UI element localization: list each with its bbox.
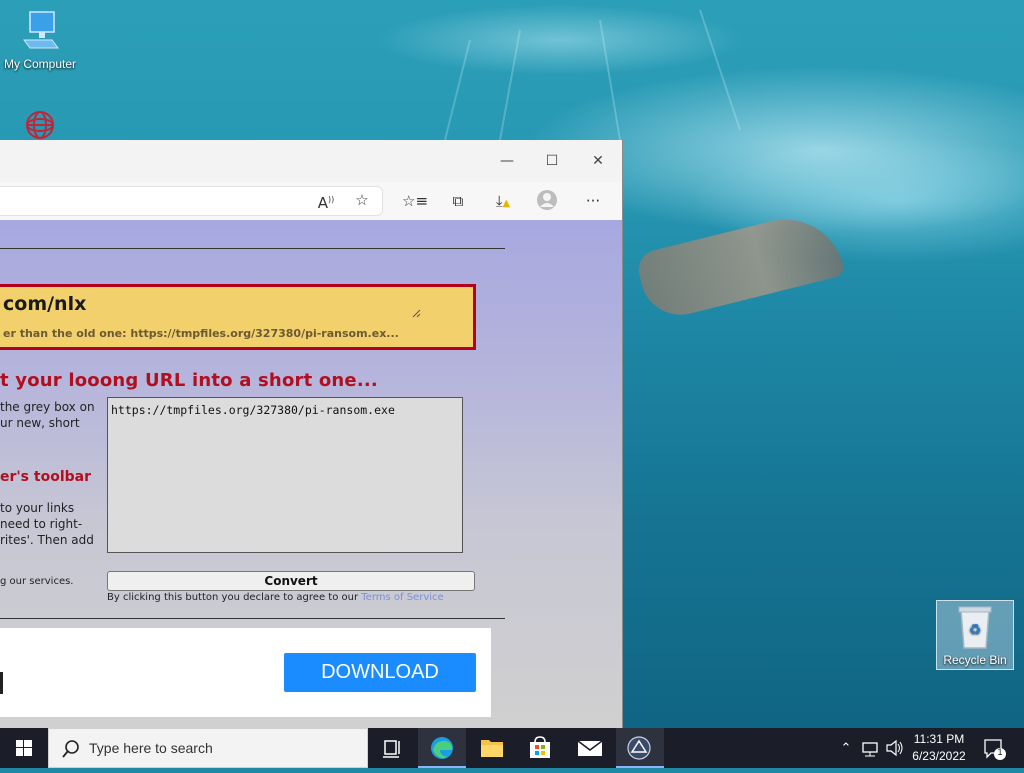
recycle-bin-label: Recycle Bin (943, 653, 1007, 667)
desktop-icon-recycle-bin[interactable]: ♻ Recycle Bin (936, 600, 1014, 670)
toolbar-heading: er's toolbar (0, 469, 91, 485)
toolbar-instructions-line: to your links (0, 501, 75, 515)
read-aloud-icon[interactable]: A)) (314, 188, 338, 212)
instructions-line: ur new, short (0, 416, 80, 430)
address-bar[interactable]: A)) ☆ (0, 186, 383, 216)
downloads-icon[interactable]: ⤓▲ (491, 189, 515, 213)
short-url-comparison: er than the old one: https://tmpfiles.or… (3, 327, 399, 340)
network-icon[interactable] (860, 728, 882, 768)
edge-icon (431, 737, 453, 759)
terms-prefix: By clicking this button you declare to a… (107, 592, 359, 603)
services-note: g our services. (0, 576, 74, 587)
taskbar: Type here to search ⌃ 11:31 PM 6/23/2022… (0, 728, 1024, 768)
browser-titlebar[interactable]: — ☐ ✕ (0, 140, 622, 182)
close-button[interactable]: ✕ (583, 148, 613, 174)
task-view-icon (383, 740, 400, 758)
volume-icon[interactable] (884, 728, 906, 768)
notification-icon (984, 739, 1006, 760)
maximize-button[interactable]: ☐ (537, 148, 567, 174)
add-favorite-icon[interactable]: ☆ (350, 188, 374, 212)
desktop-icon-label: My Computer (3, 57, 77, 71)
page-content: com/nlx er than the old one: https://tmp… (0, 220, 622, 728)
taskbar-search-box[interactable]: Type here to search (48, 728, 368, 768)
clock-date: 6/23/2022 (912, 749, 966, 763)
instructions-line: the grey box on (0, 400, 95, 414)
taskbar-store[interactable] (516, 728, 564, 768)
short-url-text[interactable]: com/nlx (3, 293, 86, 315)
browser-window: — ☐ ✕ A)) ☆ ☆≡ ⧉ ⤓▲ ··· com/nlx er than … (0, 140, 623, 728)
page-heading: t your looong URL into a short one... (0, 370, 378, 391)
notification-center-button[interactable]: 1 (980, 728, 1010, 768)
terms-of-service-link[interactable]: Terms of Service (361, 592, 443, 603)
taskbar-running-app[interactable] (616, 728, 664, 768)
more-icon[interactable]: ··· (581, 189, 605, 213)
browser-toolbar: A)) ☆ ☆≡ ⧉ ⤓▲ ··· (0, 182, 622, 221)
resize-grip-icon[interactable] (412, 309, 421, 318)
minimize-button[interactable]: — (492, 148, 522, 174)
windows-logo-icon (16, 740, 32, 756)
notification-count: 1 (997, 747, 1003, 757)
app-icon (627, 736, 651, 760)
taskbar-clock[interactable]: 11:31 PM 6/23/2022 (906, 731, 972, 765)
toolbar-instructions-line: need to right- (0, 517, 83, 531)
desktop-icon-app[interactable] (0, 105, 80, 144)
search-placeholder: Type here to search (89, 740, 213, 756)
toolbar-instructions-line: rites'. Then add (0, 533, 94, 547)
favorites-icon[interactable]: ☆≡ (402, 189, 428, 213)
folder-icon (481, 740, 503, 757)
computer-icon (23, 11, 59, 49)
divider (0, 248, 505, 249)
collections-icon[interactable]: ⧉ (446, 189, 470, 213)
clock-time: 11:31 PM (913, 732, 965, 746)
profile-icon[interactable] (535, 189, 559, 213)
app-shortcut-icon (26, 111, 54, 139)
store-icon (530, 736, 550, 758)
download-button[interactable]: DOWNLOAD (284, 653, 476, 692)
search-icon (62, 740, 79, 758)
convert-button[interactable]: Convert (107, 571, 475, 591)
taskbar-mail[interactable] (566, 728, 614, 768)
recycle-bin-icon: ♻ (958, 606, 992, 649)
taskbar-file-explorer[interactable] (468, 728, 516, 768)
short-url-result-box[interactable]: com/nlx er than the old one: https://tmp… (0, 284, 476, 350)
desktop-icon-my-computer[interactable]: My Computer (0, 10, 80, 71)
show-hidden-icons-chevron-icon[interactable]: ⌃ (836, 728, 856, 768)
start-button[interactable] (0, 728, 48, 768)
long-url-input[interactable]: https://tmpfiles.org/327380/pi-ransom.ex… (107, 397, 463, 553)
mail-icon (577, 740, 603, 756)
ad-text-fragment (0, 672, 3, 694)
divider (0, 618, 505, 619)
svg-text:♻: ♻ (969, 622, 982, 638)
taskbar-edge[interactable] (418, 728, 466, 768)
terms-notice: By clicking this button you declare to a… (107, 592, 444, 603)
ad-banner[interactable]: DOWNLOAD (0, 628, 491, 717)
task-view-button[interactable] (368, 728, 416, 768)
